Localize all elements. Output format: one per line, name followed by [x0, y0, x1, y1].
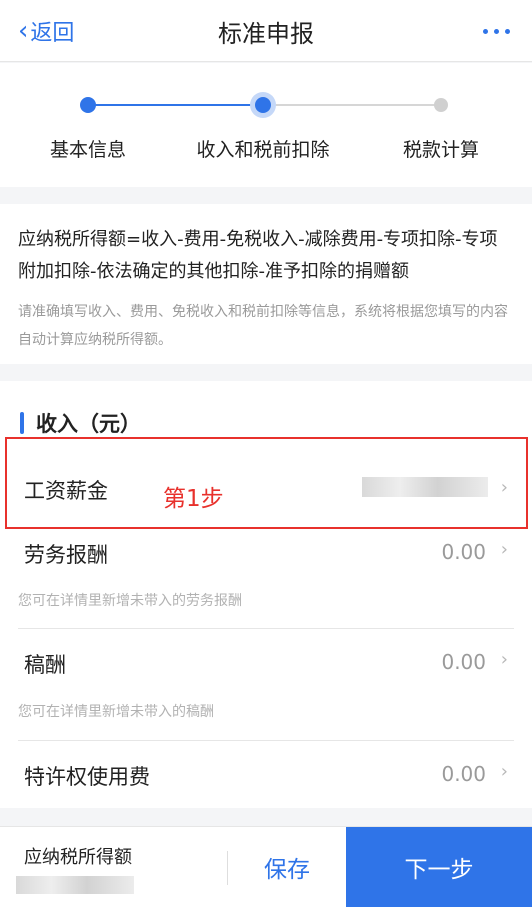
income-subtext: 您可在详情里新增未带入的稿酬: [18, 704, 214, 720]
income-value: 0.00: [441, 650, 486, 674]
annotation-step-label: 第1步: [163, 486, 224, 512]
footer-bar: 应纳税所得额 保存 下一步: [0, 826, 532, 907]
formula-section: 应纳税所得额=收入-费用-免税收入-减除费用-专项扣除-专项附加扣除-依法确定的…: [0, 204, 532, 364]
save-button[interactable]: 保存: [228, 827, 346, 907]
more-dot-icon: [505, 29, 510, 34]
step-dot-pending-icon: [434, 98, 448, 112]
income-name: 特许权使用费: [24, 765, 150, 789]
progress-stepper: 基本信息 收入和税前扣除 税款计算: [0, 63, 532, 187]
formula-hint: 请准确填写收入、费用、免税收入和税前扣除等信息，系统将根据您填写的内容自动计算应…: [18, 304, 508, 348]
nav-bar: ‹ 返回 标准申报: [0, 0, 532, 62]
step-line-done: [88, 104, 263, 106]
step-dot-done-icon: [80, 97, 96, 113]
income-row-franchise[interactable]: 特许权使用费 0.00 ›: [0, 741, 532, 807]
step-line-pending: [263, 104, 441, 106]
annotation-highlight-box: [5, 437, 528, 529]
step-label-tax-calc: 税款计算: [402, 139, 480, 161]
income-value: 0.00: [441, 540, 486, 564]
income-subtext: 您可在详情里新增未带入的劳务报酬: [18, 593, 242, 609]
redacted-taxable-income: [16, 876, 134, 894]
more-dot-icon: [494, 29, 499, 34]
section-bar-icon: [20, 412, 24, 434]
step-label-basic-info: 基本信息: [49, 139, 127, 161]
taxable-income-label: 应纳税所得额: [24, 847, 132, 868]
income-row-royalty[interactable]: 稿酬 0.00 › 您可在详情里新增未带入的稿酬: [0, 629, 532, 739]
chevron-right-icon: ›: [500, 539, 508, 560]
step-dot-current-icon: [255, 97, 271, 113]
page-title: 标准申报: [218, 20, 314, 48]
formula-text: 应纳税所得额=收入-费用-免税收入-减除费用-专项扣除-专项附加扣除-依法确定的…: [18, 229, 498, 282]
income-name: 劳务报酬: [24, 543, 108, 567]
step-label-income-deduction: 收入和税前扣除: [196, 139, 330, 161]
more-dot-icon: [483, 29, 488, 34]
more-button[interactable]: [480, 20, 514, 40]
income-name: 稿酬: [24, 653, 66, 677]
next-step-button[interactable]: 下一步: [346, 827, 532, 907]
chevron-right-icon: ›: [500, 649, 508, 670]
income-row-labor[interactable]: 劳务报酬 0.00 › 您可在详情里新增未带入的劳务报酬: [0, 529, 532, 627]
section-header: 收入（元）: [20, 409, 141, 437]
income-value: 0.00: [441, 762, 486, 786]
section-title: 收入（元）: [36, 412, 141, 436]
chevron-right-icon: ›: [500, 761, 508, 782]
